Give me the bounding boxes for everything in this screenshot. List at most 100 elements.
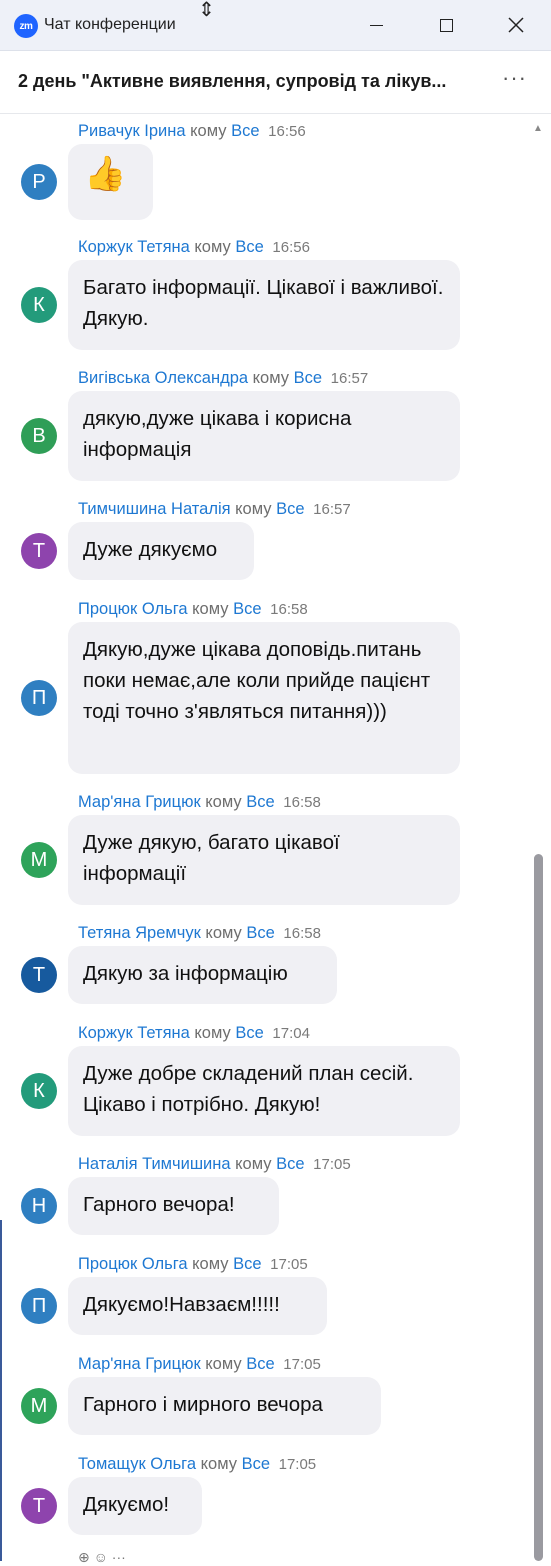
to-label: кому [235,500,272,518]
recipient-name[interactable]: Все [233,600,261,618]
to-label: кому [205,1355,242,1373]
message-bubble[interactable]: Дякуємо!Навзаєм!!!!! [68,1277,327,1335]
chat-message: Процюк Ольга кому Все 17:05 П Дякуємо!Навз… [0,1255,530,1343]
message-meta: Мар'яна Грицюк кому Все 17:05 [78,1355,321,1374]
to-label: кому [205,793,242,811]
to-label: кому [205,924,242,942]
message-time: 16:56 [272,239,310,256]
message-meta: Процюк Ольга кому Все 16:58 [78,600,308,619]
to-label: кому [235,1155,272,1173]
recipient-name[interactable]: Все [231,122,259,140]
sender-name[interactable]: Вигівська Олександра [78,369,248,387]
to-label: кому [200,1455,237,1473]
avatar[interactable]: Р [21,164,57,200]
sender-name[interactable]: Коржук Тетяна [78,1024,190,1042]
message-bubble[interactable]: Дякую за інформацію [68,946,337,1004]
scroll-up-arrow-icon[interactable]: ▲ [533,123,543,134]
minimize-icon [369,24,383,26]
recipient-name[interactable]: Все [276,500,304,518]
recipient-name[interactable]: Все [246,793,274,811]
chat-message-list[interactable]: Ривачук Ірина кому Все 16:56 Р 👍 Коржук Тет… [0,114,551,1561]
sender-name[interactable]: Томащук Ольга [78,1455,196,1473]
close-icon [508,17,524,33]
message-time: 17:04 [272,1025,310,1042]
message-time: 16:56 [268,123,306,140]
recipient-name[interactable]: Все [235,238,263,256]
sender-name[interactable]: Мар'яна Грицюк [78,793,201,811]
recipient-name[interactable]: Все [242,1455,270,1473]
recipient-name[interactable]: Все [294,369,322,387]
avatar[interactable]: Т [21,957,57,993]
maximize-icon [439,18,453,32]
scrollbar-thumb[interactable] [534,854,543,1561]
sender-name[interactable]: Мар'яна Грицюк [78,1355,201,1373]
recipient-name[interactable]: Все [233,1255,261,1273]
chat-message: Ривачук Ірина кому Все 16:56 Р 👍 [0,122,530,228]
message-meta: Томащук Ольга кому Все 17:05 [78,1455,316,1474]
message-meta: Коржук Тетяна кому Все 16:56 [78,238,310,257]
close-button[interactable] [496,10,536,40]
avatar[interactable]: Т [21,1488,57,1524]
message-time: 16:58 [283,925,321,942]
chat-message: Коржук Тетяна кому Все 17:04 К Дуже добре … [0,1024,530,1144]
message-bubble[interactable]: Дуже добре складений план сесій. Цікаво … [68,1046,460,1136]
avatar[interactable]: М [21,842,57,878]
sender-name[interactable]: Процюк Ольга [78,600,188,618]
message-actions-icons[interactable]: ⊕ ☺ ··· [78,1549,126,1566]
sender-name[interactable]: Процюк Ольга [78,1255,188,1273]
meeting-title: 2 день "Активне виявлення, супровід та л… [18,71,447,91]
message-bubble[interactable]: Дуже дякуємо [68,522,254,580]
avatar[interactable]: К [21,1073,57,1109]
avatar[interactable]: Т [21,533,57,569]
avatar[interactable]: П [21,680,57,716]
window-edge [0,1220,2,1561]
chat-message: Коржук Тетяна кому Все 16:56 К Багато інфо… [0,238,530,358]
message-bubble[interactable]: Багато інформації. Цікавої і важливої. Д… [68,260,460,350]
message-time: 17:05 [283,1356,321,1373]
message-meta: Тимчишина Наталія кому Все 16:57 [78,500,351,519]
avatar[interactable]: В [21,418,57,454]
message-bubble[interactable]: Дякуємо! [68,1477,202,1535]
thumbs-up-emoji-bubble[interactable]: 👍 [68,144,153,220]
sender-name[interactable]: Наталія Тимчишина [78,1155,231,1173]
zoom-logo-icon: zm [14,14,38,38]
message-bubble[interactable]: Гарного вечора! [68,1177,279,1235]
message-time: 17:05 [278,1456,317,1473]
message-time: 16:58 [283,794,321,811]
message-bubble[interactable]: Гарного і мирного вечора [68,1377,381,1435]
maximize-button[interactable] [426,10,466,40]
sender-name[interactable]: Ривачук Ірина [78,122,186,140]
message-bubble[interactable]: Дякую,дуже цікава доповідь.питань поки н… [68,622,460,774]
chat-message: Тетяна Яремчук кому Все 16:58 Т Дякую за і… [0,924,530,1012]
sender-name[interactable]: Тимчишина Наталія [78,500,231,518]
avatar[interactable]: Н [21,1188,57,1224]
message-meta: Наталія Тимчишина кому Все 17:05 [78,1155,351,1174]
sender-name[interactable]: Коржук Тетяна [78,238,190,256]
message-bubble[interactable]: Дуже дякую, багато цікавої інформації [68,815,460,905]
recipient-name[interactable]: Все [246,1355,274,1373]
message-meta: Мар'яна Грицюк кому Все 16:58 [78,793,321,812]
message-time: 17:05 [270,1256,308,1273]
chat-header: 2 день "Активне виявлення, супровід та л… [0,51,551,114]
avatar[interactable]: П [21,1288,57,1324]
to-label: кому [192,600,229,618]
recipient-name[interactable]: Все [276,1155,304,1173]
to-label: кому [194,238,231,256]
recipient-name[interactable]: Все [235,1024,263,1042]
to-label: кому [192,1255,229,1273]
avatar[interactable]: К [21,287,57,323]
chat-message: Мар'яна Грицюк кому Все 16:58 М Дуже дякую… [0,793,530,913]
minimize-button[interactable] [356,10,396,40]
avatar[interactable]: М [21,1388,57,1424]
window-title: Чат конференции [44,16,176,33]
chat-message: Тимчишина Наталія кому Все 16:57 Т Дуже дя… [0,500,530,588]
message-bubble[interactable]: дякую,дуже цікава і корисна інформація [68,391,460,481]
message-time: 16:57 [330,370,369,387]
sender-name[interactable]: Тетяна Яремчук [78,924,201,942]
recipient-name[interactable]: Все [246,924,274,942]
message-meta: Процюк Ольга кому Все 17:05 [78,1255,308,1274]
message-time: 16:58 [270,601,308,618]
message-meta: Тетяна Яремчук кому Все 16:58 [78,924,321,943]
more-options-icon[interactable]: ··· [502,65,527,91]
message-meta: Коржук Тетяна кому Все 17:04 [78,1024,310,1043]
